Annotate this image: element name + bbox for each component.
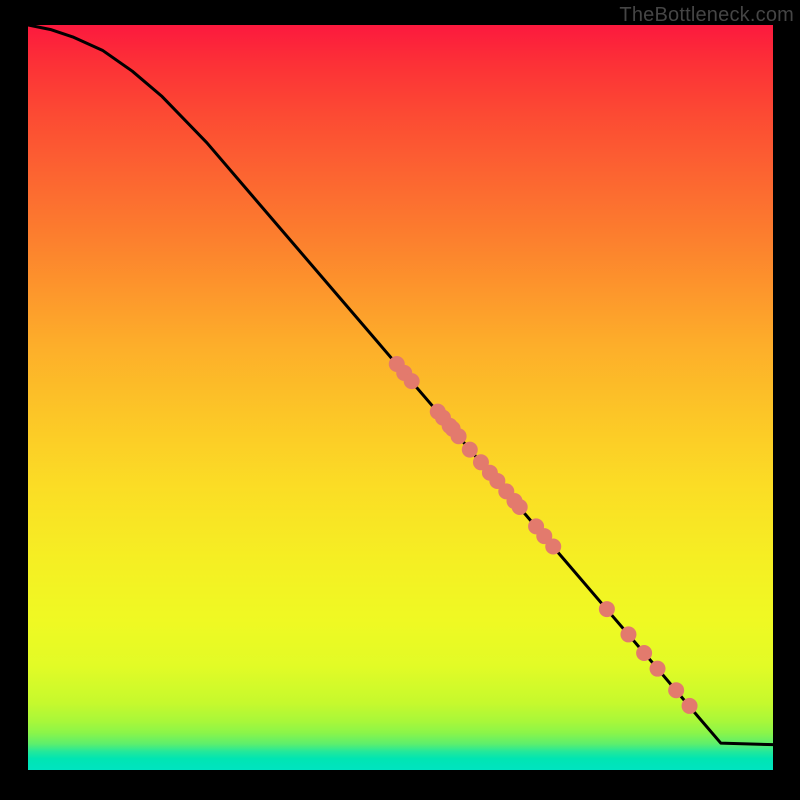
scatter-point [668, 682, 684, 698]
scatter-point [462, 442, 478, 458]
scatter-point [545, 539, 561, 555]
watermark-text: TheBottleneck.com [619, 4, 794, 27]
scatter-point [512, 499, 528, 515]
scatter-point [650, 661, 666, 677]
scatter-point [620, 626, 636, 642]
scatter-point [636, 645, 652, 661]
scatter-point [451, 428, 467, 444]
curve-path [28, 25, 773, 745]
scatter-point [682, 698, 698, 714]
chart-curve [28, 25, 773, 745]
chart-frame [28, 25, 773, 770]
chart-overlay [28, 25, 773, 770]
scatter-point [404, 373, 420, 389]
chart-plot-area [28, 25, 773, 770]
scatter-point [599, 601, 615, 617]
